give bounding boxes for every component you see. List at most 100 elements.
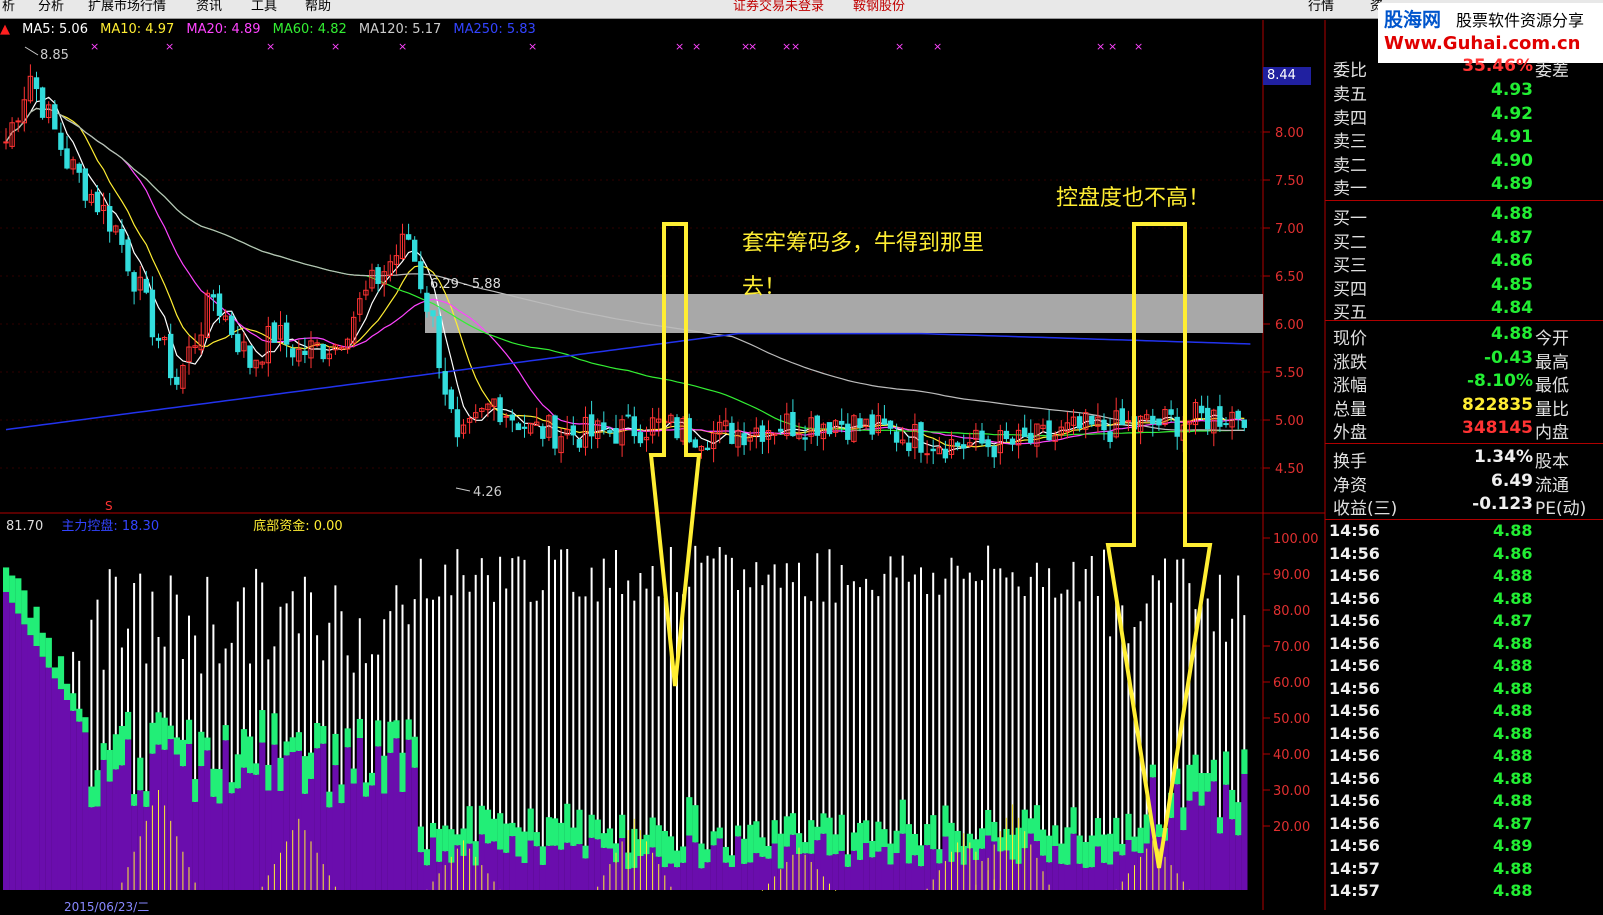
candle-body <box>58 132 64 150</box>
sub-tick-label: 90.00 <box>1273 568 1310 583</box>
green-cap <box>277 757 284 791</box>
candle-body <box>625 414 631 417</box>
candles <box>3 64 1247 468</box>
green-cap <box>777 833 784 869</box>
tick-row[interactable]: 14:56 4.88 <box>1329 746 1569 768</box>
candle-body <box>540 426 546 439</box>
sub-legend: 81.70 主力控盘: 18.30 底部资金: 0.00 <box>0 515 343 534</box>
zhuli-bar <box>558 849 565 890</box>
tick-row[interactable]: 14:56 4.86 <box>1329 544 1569 566</box>
sell-row-value: 4.89 <box>1491 174 1533 194</box>
candle-body <box>814 415 820 436</box>
green-cap <box>704 849 711 863</box>
green-cap <box>283 741 290 756</box>
tick-row[interactable]: 14:56 4.88 <box>1329 634 1569 656</box>
event-marker-icon: × <box>165 40 174 53</box>
green-cap <box>88 786 95 808</box>
zhuli-bar <box>674 867 681 890</box>
green-cap <box>686 797 693 836</box>
green-cap <box>356 718 363 738</box>
green-cap <box>1119 843 1126 856</box>
green-cap <box>70 693 77 711</box>
stat-row-label: 涨跌 <box>1333 352 1367 373</box>
green-cap <box>1180 807 1187 831</box>
green-cap <box>100 743 107 760</box>
green-cap <box>667 836 675 864</box>
candle-body <box>94 191 101 213</box>
zhuli-bar <box>1113 851 1120 890</box>
zhuli-bar <box>850 850 858 890</box>
green-cap <box>76 708 83 722</box>
zhuli-bar <box>57 689 65 890</box>
candle-body <box>247 345 253 368</box>
green-cap <box>722 846 729 863</box>
sell-row-label: 卖二 <box>1333 155 1367 176</box>
zhuli-bar <box>747 862 754 890</box>
zhuli-bar <box>344 747 351 890</box>
candle-body <box>1076 416 1083 429</box>
green-cap <box>106 749 113 782</box>
candle-body <box>125 239 131 272</box>
stat-row: 涨幅 -8.10% 最低 <box>1329 371 1601 396</box>
tick-row[interactable]: 14:56 4.88 <box>1329 791 1569 813</box>
candle-body <box>448 389 455 410</box>
tick-row[interactable]: 14:57 4.88 <box>1329 881 1569 903</box>
green-cap <box>1137 827 1144 854</box>
candle-body <box>839 420 845 425</box>
low-pointer <box>455 487 471 492</box>
tick-row[interactable]: 14:56 4.88 <box>1329 679 1569 701</box>
buy-row: 买二 4.87 <box>1329 228 1601 253</box>
green-cap <box>1143 814 1150 844</box>
candle-body <box>631 416 637 437</box>
tick-row[interactable]: 14:56 4.87 <box>1329 611 1569 633</box>
green-cap <box>112 734 119 770</box>
candle-body <box>1009 438 1016 445</box>
candle-body <box>271 322 278 343</box>
candle-body <box>131 272 137 292</box>
tick-price: 4.88 <box>1493 858 1533 878</box>
green-cap <box>94 770 101 807</box>
candle-body <box>857 418 863 428</box>
tick-row[interactable]: 14:56 4.88 <box>1329 656 1569 678</box>
zhuli-bar <box>1064 864 1071 890</box>
zhuli-bar <box>1216 833 1224 890</box>
green-cap <box>979 828 986 849</box>
tick-row[interactable]: 14:56 4.88 <box>1329 769 1569 791</box>
event-marker-icon: × <box>90 40 99 53</box>
green-cap <box>521 831 528 863</box>
candle-body <box>235 333 241 353</box>
tick-row[interactable]: 14:57 4.88 <box>1329 859 1569 881</box>
tick-row[interactable]: 14:56 4.88 <box>1329 521 1569 543</box>
tick-row[interactable]: 14:56 4.87 <box>1329 814 1569 836</box>
tick-price: 4.88 <box>1493 566 1533 585</box>
stat-row: 现价 4.88 今开 <box>1329 324 1601 349</box>
sub-tick-label: 50.00 <box>1273 712 1310 727</box>
candle-body <box>741 433 747 446</box>
price-tick-label: 5.50 <box>1275 366 1304 381</box>
tick-time: 14:56 <box>1329 611 1380 630</box>
green-cap <box>64 683 71 700</box>
tick-row[interactable]: 14:56 4.88 <box>1329 701 1569 723</box>
tick-row[interactable]: 14:56 4.89 <box>1329 836 1569 858</box>
zhuli-bar <box>3 592 10 890</box>
green-cap <box>308 752 315 779</box>
tick-row[interactable]: 14:56 4.88 <box>1329 724 1569 746</box>
candle-body <box>826 422 833 435</box>
green-cap <box>692 805 699 843</box>
candle-body <box>1217 406 1223 427</box>
tick-price: 4.88 <box>1493 678 1533 698</box>
green-cap <box>295 732 302 751</box>
sub-tick-label: 40.00 <box>1273 748 1310 763</box>
tick-row[interactable]: 14:56 4.88 <box>1329 566 1569 588</box>
tick-price: 4.86 <box>1493 543 1533 563</box>
green-cap <box>271 713 278 745</box>
zhuli-bar <box>210 796 217 890</box>
green-cap <box>802 842 809 854</box>
green-cap <box>539 846 546 865</box>
fin-row-value: 1.34% <box>1474 447 1533 467</box>
tick-price: 4.88 <box>1493 701 1533 720</box>
stat-row-label2: 最高 <box>1535 352 1569 373</box>
green-cap <box>143 791 150 807</box>
tick-row[interactable]: 14:56 4.88 <box>1329 589 1569 611</box>
zhuli-bar <box>240 767 248 890</box>
